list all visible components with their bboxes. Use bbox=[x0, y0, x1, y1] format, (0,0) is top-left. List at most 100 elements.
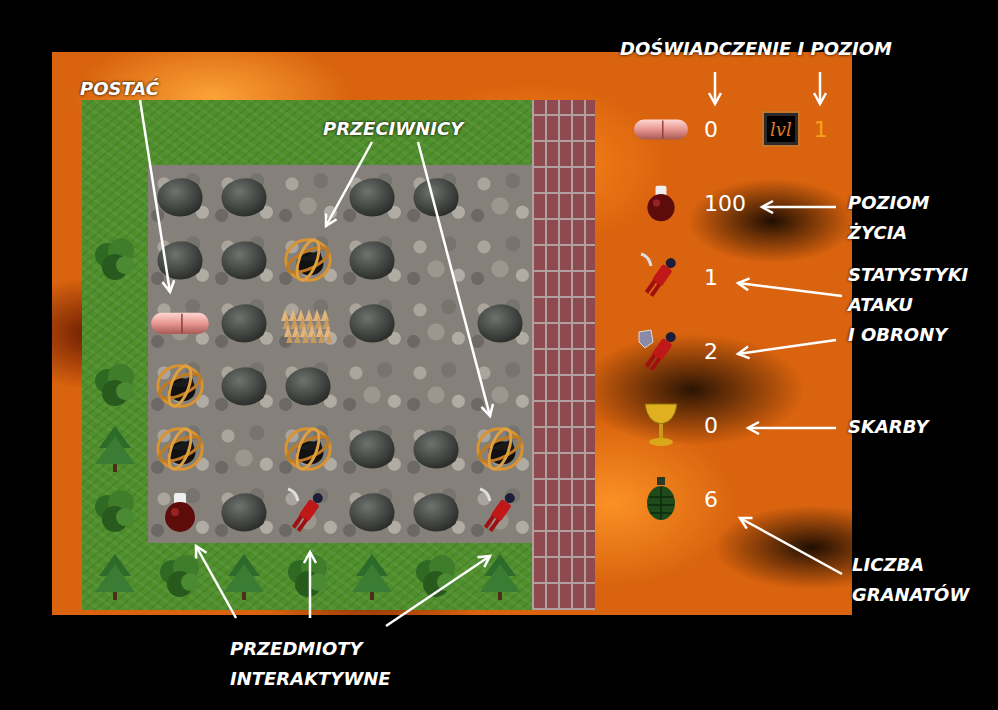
rock-tile bbox=[340, 165, 404, 228]
rock-icon bbox=[344, 489, 400, 535]
empty-tile bbox=[404, 291, 468, 354]
grass-tile bbox=[212, 100, 276, 165]
defense-stat-icon bbox=[630, 326, 692, 376]
stat-value: 100 bbox=[704, 191, 746, 216]
player-tile bbox=[148, 291, 212, 354]
tree-icon bbox=[89, 422, 141, 476]
tree-tile bbox=[82, 543, 148, 610]
rock-tile bbox=[404, 417, 468, 480]
rock-icon bbox=[152, 174, 208, 220]
experience-annotation: DOŚWIADCZENIE I POZIOM bbox=[620, 34, 892, 64]
rock-tile bbox=[404, 165, 468, 228]
rock-icon bbox=[152, 237, 208, 283]
empty-tile bbox=[212, 417, 276, 480]
tree-icon bbox=[282, 550, 334, 604]
tree-icon bbox=[218, 550, 270, 604]
rock-icon bbox=[216, 237, 272, 283]
enemy-tile bbox=[148, 354, 212, 417]
stat-value: 0 bbox=[704, 413, 734, 438]
game-screen: 0lvl11001206DOŚWIADCZENIE I POZIOMPOSTAĆ… bbox=[0, 0, 998, 710]
grenades-stat: 6 bbox=[630, 462, 828, 536]
rock-icon bbox=[408, 489, 464, 535]
arrow-icon bbox=[196, 546, 236, 618]
experience-stat-icon bbox=[630, 104, 692, 154]
tree-tile bbox=[82, 228, 148, 291]
player-icon bbox=[632, 116, 690, 142]
rock-tile bbox=[212, 480, 276, 543]
tree-icon bbox=[346, 550, 398, 604]
rock-icon bbox=[280, 363, 336, 409]
rock-tile bbox=[212, 354, 276, 417]
enemy-tile bbox=[148, 417, 212, 480]
arrow-icon bbox=[738, 283, 842, 296]
rock-icon bbox=[344, 237, 400, 283]
potion-tile bbox=[148, 480, 212, 543]
arrow-icon bbox=[762, 206, 836, 209]
potion-icon bbox=[158, 490, 202, 534]
tree-tile bbox=[82, 417, 148, 480]
tree-icon bbox=[89, 233, 141, 287]
grenades-stat-icon bbox=[630, 474, 692, 524]
empty-tile bbox=[340, 354, 404, 417]
goblet-icon bbox=[639, 400, 683, 450]
enemy-icon bbox=[281, 233, 335, 287]
board-field bbox=[82, 100, 532, 610]
tree-tile bbox=[212, 543, 276, 610]
enemies-annotation: PRZECIWNICY bbox=[323, 114, 463, 144]
player-icon bbox=[149, 309, 211, 337]
arrow-icon bbox=[714, 72, 717, 104]
arrow-icon bbox=[418, 142, 490, 416]
grenade-icon bbox=[641, 475, 681, 523]
tree-icon bbox=[474, 550, 526, 604]
arrow-icon bbox=[386, 556, 490, 626]
potion-icon bbox=[641, 183, 681, 223]
rock-icon bbox=[216, 489, 272, 535]
treasure-annotation: SKARBY bbox=[848, 412, 928, 442]
attack-icon bbox=[635, 252, 687, 302]
enemy-tile bbox=[276, 417, 340, 480]
enemy-icon bbox=[153, 422, 207, 476]
enemy-icon bbox=[473, 422, 527, 476]
arrow-icon bbox=[738, 340, 836, 354]
rock-tile bbox=[148, 228, 212, 291]
rock-icon bbox=[344, 426, 400, 472]
treasure-stat: 0 bbox=[630, 388, 828, 462]
tree-icon bbox=[89, 550, 141, 604]
tree-tile bbox=[276, 543, 340, 610]
rock-icon bbox=[216, 300, 272, 346]
health-annotation: POZIOMŻYCIA bbox=[848, 188, 929, 248]
rock-icon bbox=[472, 300, 528, 346]
rock-tile bbox=[340, 480, 404, 543]
rock-tile bbox=[404, 480, 468, 543]
tree-tile bbox=[468, 543, 532, 610]
rock-icon bbox=[216, 363, 272, 409]
brick-wall bbox=[532, 100, 595, 610]
grass-tile bbox=[148, 100, 212, 165]
stat-value: 1 bbox=[704, 265, 734, 290]
rock-tile bbox=[276, 354, 340, 417]
rock-tile bbox=[212, 228, 276, 291]
grass-tile bbox=[82, 291, 148, 354]
tree-tile bbox=[340, 543, 404, 610]
level-badge: lvl bbox=[764, 113, 798, 145]
grass-tile bbox=[82, 165, 148, 228]
attack-stat-icon bbox=[630, 252, 692, 302]
arrow-icon bbox=[748, 427, 836, 430]
tree-icon bbox=[89, 359, 141, 413]
enemy-tile bbox=[468, 417, 532, 480]
tree-tile bbox=[148, 543, 212, 610]
arrow-icon bbox=[740, 518, 842, 574]
rock-tile bbox=[340, 291, 404, 354]
arrow-icon bbox=[326, 142, 372, 226]
grass-tile bbox=[468, 100, 532, 165]
stat-value: 2 bbox=[704, 339, 734, 364]
tree-icon bbox=[154, 550, 206, 604]
health-stat: 100 bbox=[630, 166, 828, 240]
rock-tile bbox=[212, 165, 276, 228]
experience-stat: 0lvl1 bbox=[630, 92, 828, 166]
treasure-stat-icon bbox=[630, 400, 692, 450]
empty-tile bbox=[404, 354, 468, 417]
empty-tile bbox=[276, 165, 340, 228]
rock-tile bbox=[340, 417, 404, 480]
empty-tile bbox=[468, 228, 532, 291]
